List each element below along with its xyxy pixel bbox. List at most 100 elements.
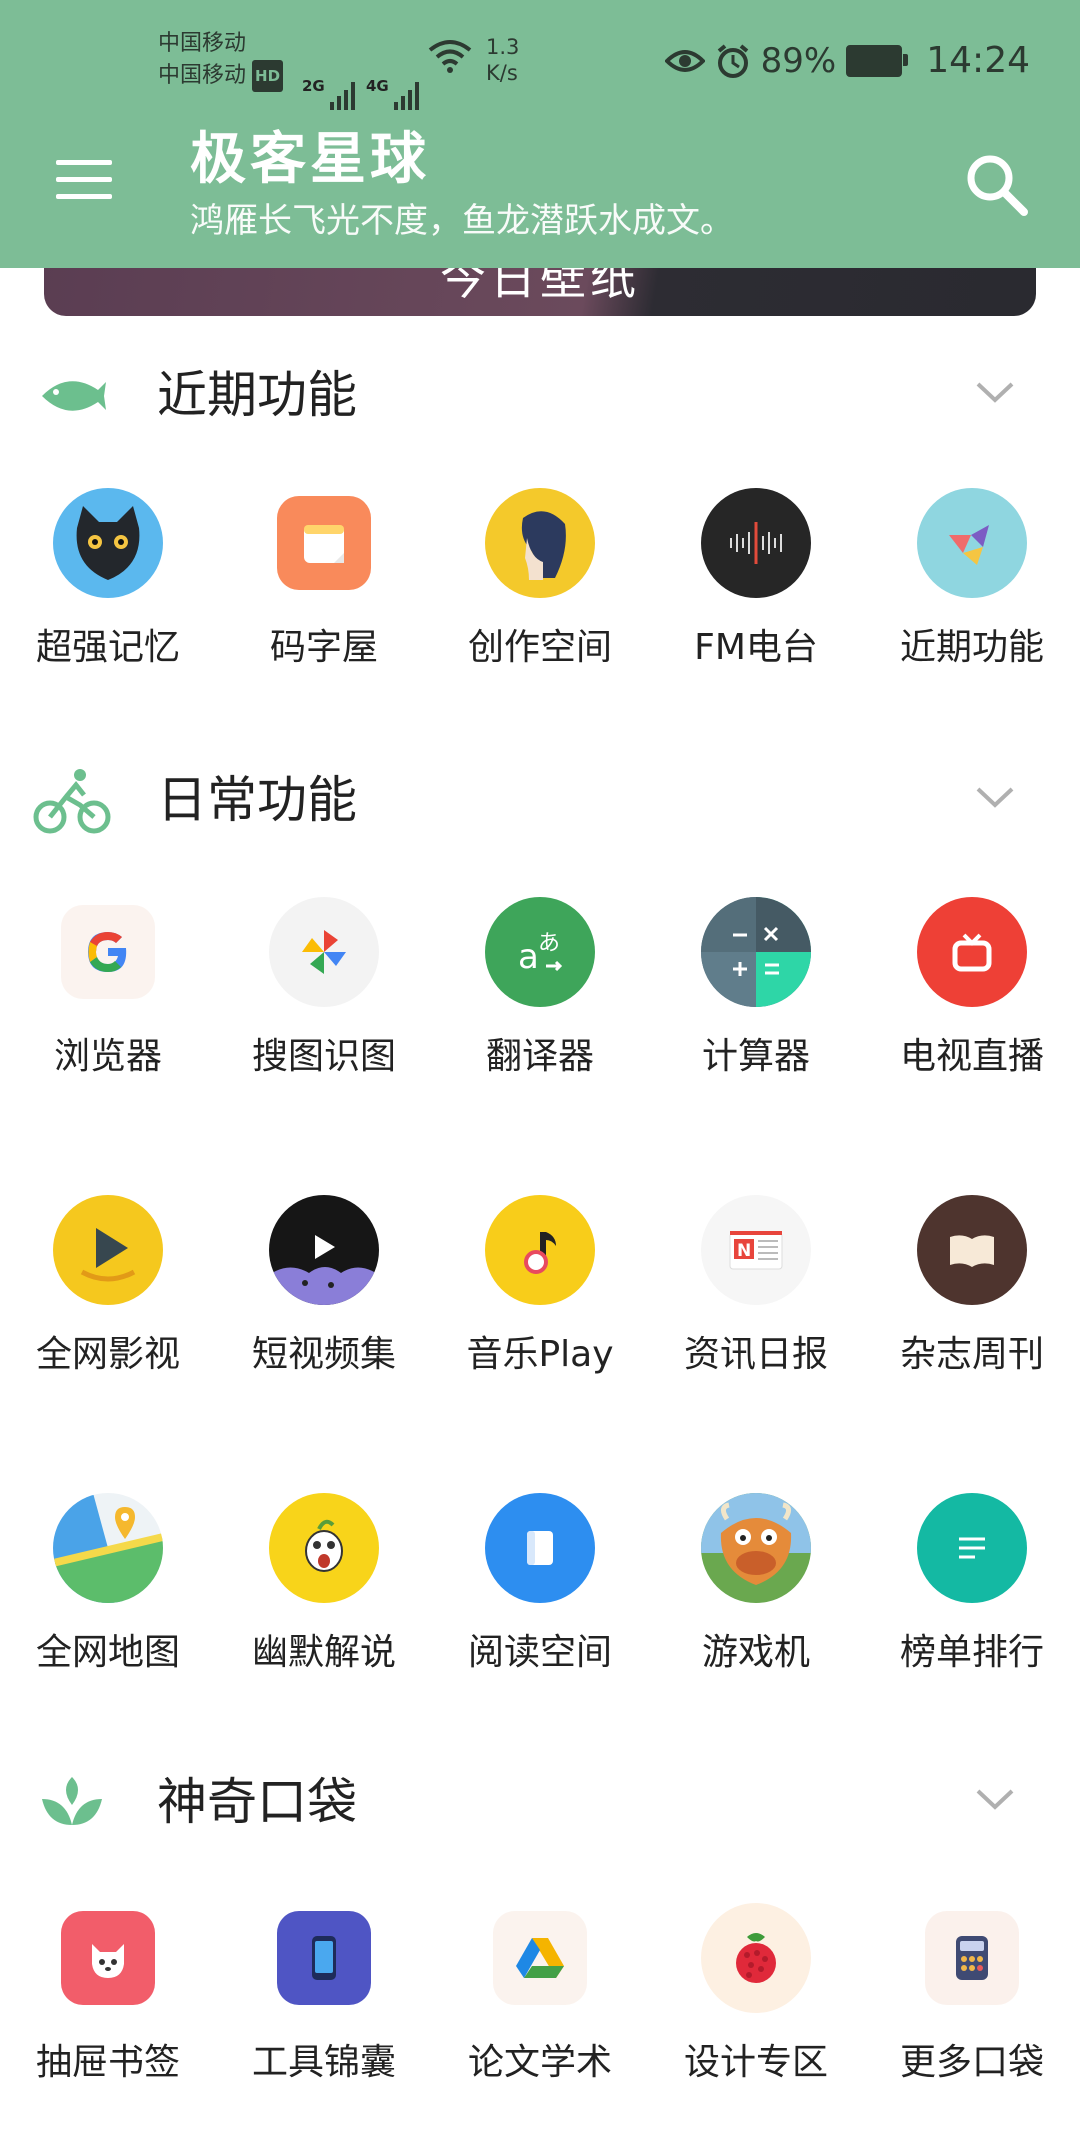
item-label: 游戏机 <box>701 1632 810 1673</box>
origami-bird-icon <box>917 488 1027 598</box>
item-tv-live[interactable]: 电视直播 <box>864 897 1080 1081</box>
item-label: 全网地图 <box>35 1632 180 1673</box>
svg-text:N: N <box>737 1241 751 1261</box>
item-browser[interactable]: 浏览器 <box>0 897 216 1081</box>
item-translator[interactable]: a あ 翻译器 <box>432 897 648 1081</box>
status-bar: 中国移动 中国移动 HD 2G 4G 1.3 K/s 89% 14:24 <box>0 0 1080 120</box>
app-subtitle: 鸿雁长飞光不度，鱼龙潜跃水成文。 <box>190 201 734 241</box>
item-label: 短视频集 <box>251 1334 396 1375</box>
item-writing-room[interactable]: 码字屋 <box>216 488 432 672</box>
item-label: 近期功能 <box>899 627 1044 668</box>
wifi-icon <box>428 40 472 73</box>
alarm-icon <box>717 43 748 78</box>
item-toolkit[interactable]: 工具锦囊 <box>216 1903 432 2087</box>
speed-unit: K/s <box>486 61 518 85</box>
item-label: 计算器 <box>701 1036 810 1077</box>
item-label: 论文学术 <box>467 2042 612 2083</box>
sprout-icon <box>42 1777 102 1825</box>
open-book-icon <box>917 1195 1027 1305</box>
item-image-search[interactable]: 搜图识图 <box>216 897 432 1081</box>
item-super-memory[interactable]: 超强记忆 <box>0 488 216 672</box>
svg-text:a: a <box>518 937 539 977</box>
list-icon <box>917 1493 1027 1603</box>
pinwheel-icon <box>269 897 379 1007</box>
recent-row: 超强记忆 码字屋 创作空间 FM电台 近期功能 <box>0 488 1080 672</box>
tv-icon <box>917 897 1027 1007</box>
signal-4g-icon: 4G <box>366 36 419 110</box>
item-music-play[interactable]: 音乐Play <box>432 1195 648 1379</box>
app-title: 极客星球 <box>190 127 430 192</box>
item-calculator[interactable]: 计算器 <box>648 897 864 1081</box>
item-label: 抽屉书签 <box>35 2042 180 2083</box>
item-news-daily[interactable]: N 资讯日报 <box>648 1195 864 1379</box>
phone-icon <box>277 1911 371 2005</box>
item-label: 音乐Play <box>466 1334 614 1375</box>
pocket-row: 抽屉书签 工具锦囊 论文学术 设计专区 更多口袋 <box>0 1903 1080 2087</box>
notepad-icon <box>277 496 371 590</box>
reader-icon <box>485 1493 595 1603</box>
drive-triangle-icon <box>493 1911 587 2005</box>
network-speed: 1.3 K/s <box>486 34 519 86</box>
header-title-block: 极客星球 鸿雁长飞光不度，鱼龙潜跃水成文。 <box>190 122 734 244</box>
news-icon: N <box>701 1195 811 1305</box>
menu-icon <box>56 160 112 165</box>
item-game-console[interactable]: 游戏机 <box>648 1493 864 1677</box>
status-right: 89% 14:24 <box>664 40 1030 81</box>
cow-game-icon <box>701 1493 811 1603</box>
music-note-icon <box>485 1195 595 1305</box>
item-movies[interactable]: 全网影视 <box>0 1195 216 1379</box>
daily-row-3: 全网地图 幽默解说 阅读空间 游戏机 榜单排行 <box>0 1493 1080 1677</box>
svg-text:あ: あ <box>538 931 560 956</box>
app-header: 中国移动 中国移动 HD 2G 4G 1.3 K/s 89% 14:24 极客星… <box>0 0 1080 268</box>
play-icon <box>53 1195 163 1305</box>
net-type-2: 4G <box>366 77 389 95</box>
item-creation-space[interactable]: 创作空间 <box>432 488 648 672</box>
battery-icon <box>846 44 909 77</box>
item-magazine[interactable]: 杂志周刊 <box>864 1195 1080 1379</box>
item-ranking[interactable]: 榜单排行 <box>864 1493 1080 1677</box>
chevron-down-icon[interactable] <box>972 781 1018 811</box>
carrier-2: 中国移动 <box>158 63 247 88</box>
calculator-pad-icon <box>925 1911 1019 2005</box>
item-label: 浏览器 <box>53 1036 162 1077</box>
hd-badge: HD <box>252 60 284 92</box>
item-label: 翻译器 <box>485 1036 594 1077</box>
item-reading-space[interactable]: 阅读空间 <box>432 1493 648 1677</box>
net-type-1: 2G <box>302 77 325 95</box>
item-recent-features[interactable]: 近期功能 <box>864 488 1080 672</box>
item-label: 榜单排行 <box>899 1632 1044 1673</box>
cyclist-icon <box>33 769 111 834</box>
fish-icon <box>42 381 106 411</box>
item-label: 杂志周刊 <box>899 1334 1044 1375</box>
item-fm-radio[interactable]: FM电台 <box>648 488 864 672</box>
calculator-icon <box>701 897 811 1007</box>
item-label: 资讯日报 <box>683 1334 828 1375</box>
search-icon[interactable] <box>962 150 1032 220</box>
item-drawer-bookmarks[interactable]: 抽屉书签 <box>0 1903 216 2087</box>
girl-portrait-icon <box>485 488 595 598</box>
daily-row-1: 浏览器 搜图识图 a あ 翻译器 计算器 电视直播 <box>0 897 1080 1081</box>
item-short-video[interactable]: 短视频集 <box>216 1195 432 1379</box>
item-humor[interactable]: 幽默解说 <box>216 1493 432 1677</box>
chevron-down-icon[interactable] <box>972 376 1018 406</box>
item-label: 设计专区 <box>683 2042 828 2083</box>
chevron-down-icon[interactable] <box>972 1783 1018 1813</box>
carrier-1: 中国移动 <box>158 31 247 56</box>
raspberry-icon <box>701 1903 811 2013</box>
speed-value: 1.3 <box>486 35 520 59</box>
item-more-pockets[interactable]: 更多口袋 <box>864 1903 1080 2087</box>
battery-percent: 89% <box>760 40 837 81</box>
carrier-info: 中国移动 中国移动 HD <box>158 28 284 92</box>
item-map[interactable]: 全网地图 <box>0 1493 216 1677</box>
item-label: 幽默解说 <box>251 1632 396 1673</box>
menu-button[interactable] <box>56 160 112 204</box>
item-academic[interactable]: 论文学术 <box>432 1903 648 2087</box>
item-design[interactable]: 设计专区 <box>648 1903 864 2087</box>
dog-icon <box>61 1911 155 2005</box>
map-pin-icon <box>53 1493 163 1603</box>
section-daily-header: 日常功能 <box>0 745 1080 855</box>
item-label: 工具锦囊 <box>251 2042 396 2083</box>
item-label: 阅读空间 <box>467 1632 612 1673</box>
black-cat-icon <box>53 488 163 598</box>
clock: 14:24 <box>926 40 1030 81</box>
